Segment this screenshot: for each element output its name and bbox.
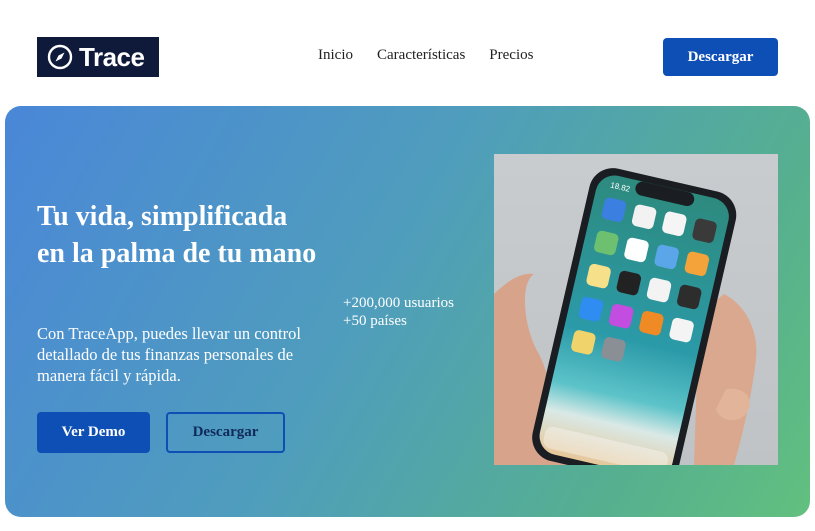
brand-name: Trace — [79, 41, 145, 72]
phone-in-hand-illustration: 18.82 — [494, 168, 757, 465]
stat-countries: +50 países — [343, 313, 407, 329]
view-demo-button[interactable]: Ver Demo — [37, 412, 150, 453]
main-nav: Inicio Características Precios — [318, 47, 533, 64]
nav-item-caracteristicas[interactable]: Características — [377, 47, 465, 64]
stat-users: +200,000 usuarios — [343, 295, 454, 311]
hero-phone-image: 18.82 — [494, 154, 778, 465]
hero-section: Tu vida, simplificada en la palma de tu … — [5, 106, 810, 517]
hero-stats: +200,000 usuarios +50 países — [343, 294, 454, 330]
nav-item-inicio[interactable]: Inicio — [318, 47, 353, 64]
hero-download-button[interactable]: Descargar — [166, 412, 285, 453]
header-download-button[interactable]: Descargar — [663, 38, 778, 76]
hero-description: Con TraceApp, puedes llevar un control d… — [37, 324, 301, 385]
nav-item-precios[interactable]: Precios — [489, 47, 533, 64]
compass-icon — [47, 44, 73, 70]
hero-title: Tu vida, simplificada en la palma de tu … — [37, 201, 317, 269]
brand-logo[interactable]: Trace — [37, 37, 159, 77]
